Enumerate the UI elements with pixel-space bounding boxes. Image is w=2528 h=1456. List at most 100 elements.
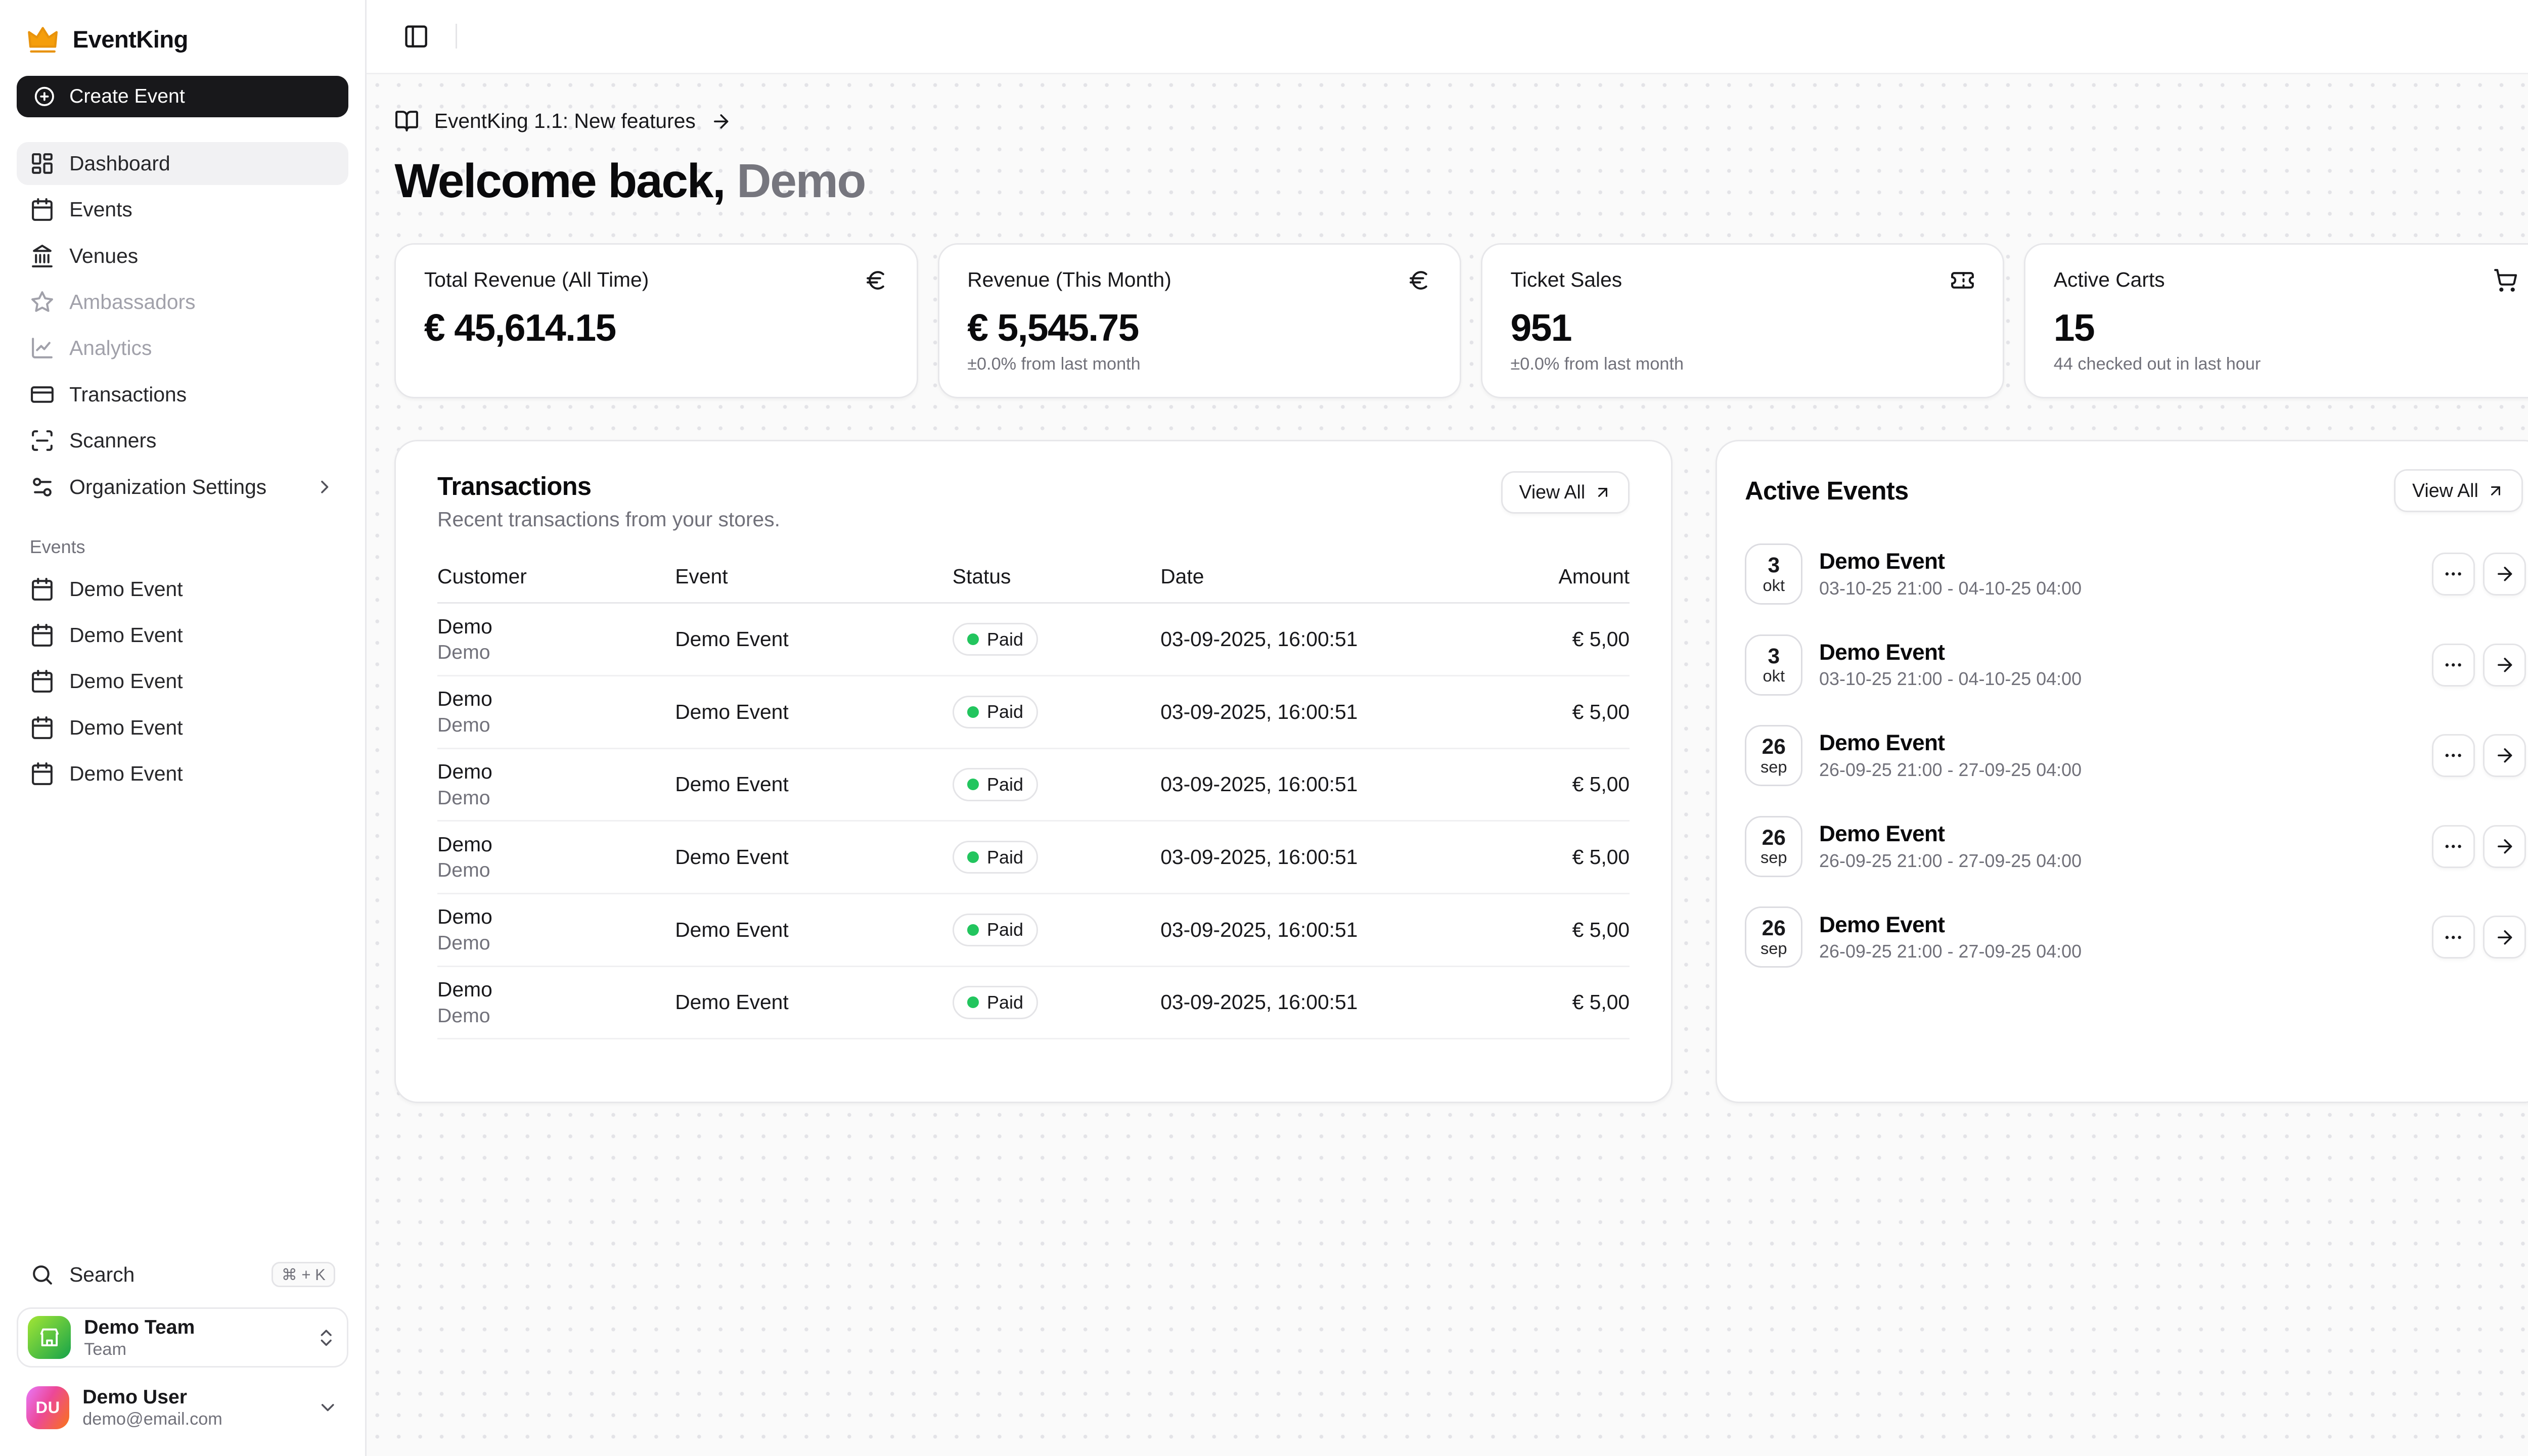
event-open-button[interactable] (2483, 916, 2526, 959)
status-badge: Paid (953, 841, 1038, 874)
user-email: demo@email.com (82, 1409, 222, 1429)
customer-name: Demo (437, 615, 675, 639)
brand: EventKing (17, 17, 349, 76)
search-label: Search (69, 1263, 134, 1287)
event-day: 3 (1768, 554, 1780, 577)
active-events-view-all-button[interactable]: View All (2394, 469, 2522, 512)
status-badge: Paid (953, 623, 1038, 656)
sidebar-event-item[interactable]: Demo Event (17, 706, 349, 749)
transaction-amount: € 5,00 (1572, 772, 1630, 796)
book-icon (394, 109, 419, 133)
credit-card-icon (30, 382, 55, 407)
active-event-item: 3 okt Demo Event 03-10-25 21:00 - 04-10-… (1745, 619, 2526, 710)
event-open-button[interactable] (2483, 734, 2526, 777)
create-event-button[interactable]: Create Event (17, 76, 349, 117)
calendar-icon (30, 577, 55, 602)
calendar-icon (30, 623, 55, 648)
transaction-date: 03-09-2025, 16:00:51 (1160, 627, 1467, 651)
arrow-up-right-icon (2487, 482, 2505, 500)
event-date-badge: 3 okt (1745, 634, 1802, 696)
ellipsis-icon (2443, 836, 2464, 857)
customer-subtext: Demo (437, 859, 675, 882)
ticket-icon (1950, 268, 1975, 293)
sidebar-item-scanners[interactable]: Scanners (17, 419, 349, 462)
arrow-right-icon (2494, 836, 2515, 857)
stat-card: Active Carts 15 44 checked out in last h… (2024, 243, 2528, 398)
sidebar-event-item[interactable]: Demo Event (17, 614, 349, 657)
transactions-title: Transactions (437, 471, 780, 501)
ellipsis-icon (2443, 654, 2464, 675)
stat-label: Revenue (This Month) (967, 268, 1171, 292)
transaction-amount: € 5,00 (1572, 845, 1630, 869)
ellipsis-icon (2443, 927, 2464, 948)
event-open-button[interactable] (2483, 644, 2526, 687)
event-month: okt (1763, 577, 1785, 594)
event-day: 3 (1768, 645, 1780, 668)
active-event-title: Demo Event (1819, 549, 2415, 574)
dashboard-content: EventKing 1.1: New features Welcome back… (367, 74, 2528, 1456)
stat-label: Ticket Sales (1510, 268, 1622, 292)
chevron-down-icon (317, 1397, 338, 1418)
arrow-up-right-icon (1594, 483, 1612, 502)
paid-status-dot (967, 779, 979, 790)
topbar (367, 0, 2528, 74)
active-event-dates: 26-09-25 21:00 - 27-09-25 04:00 (1819, 941, 2415, 962)
shopping-cart-icon (2493, 268, 2518, 293)
event-open-button[interactable] (2483, 825, 2526, 868)
sidebar-nav-label: Organization Settings (69, 475, 266, 499)
chevrons-up-down-icon (315, 1327, 337, 1348)
sidebar-events-list: Demo Event Demo Event Demo Event Demo Ev… (17, 568, 349, 796)
sidebar-item-dashboard[interactable]: Dashboard (17, 142, 349, 185)
ellipsis-icon (2443, 563, 2464, 584)
sidebar-toggle-button[interactable] (393, 13, 439, 59)
event-open-button[interactable] (2483, 553, 2526, 596)
stat-label: Active Carts (2054, 268, 2165, 292)
sidebar-event-item[interactable]: Demo Event (17, 568, 349, 611)
welcome-prefix: Welcome back, (394, 154, 737, 208)
event-more-button[interactable] (2432, 553, 2475, 596)
whats-new-banner[interactable]: EventKing 1.1: New features (394, 98, 732, 150)
status-badge: Paid (953, 696, 1038, 729)
customer-name: Demo (437, 833, 675, 856)
user-menu[interactable]: DU Demo User demo@email.com (17, 1379, 349, 1436)
sidebar-item-transactions[interactable]: Transactions (17, 373, 349, 416)
event-more-button[interactable] (2432, 916, 2475, 959)
arrow-right-icon (2494, 745, 2515, 766)
sidebar-item-venues[interactable]: Venues (17, 235, 349, 278)
active-events-card: Active Events View All 3 okt Demo Event … (1716, 440, 2528, 1104)
status-label: Paid (987, 919, 1023, 940)
search-button[interactable]: Search ⌘ + K (17, 1253, 349, 1296)
app-root: EventKing Create Event Dashboard Events … (0, 0, 2528, 1456)
transactions-view-all-button[interactable]: View All (1501, 471, 1630, 514)
active-event-item: 26 sep Demo Event 26-09-25 21:00 - 27-09… (1745, 892, 2526, 983)
active-event-item: 3 okt Demo Event 03-10-25 21:00 - 04-10-… (1745, 529, 2526, 620)
event-more-button[interactable] (2432, 734, 2475, 777)
arrow-right-icon (710, 111, 732, 132)
active-events-title: Active Events (1745, 476, 1908, 506)
active-event-item: 26 sep Demo Event 26-09-25 21:00 - 27-09… (1745, 801, 2526, 892)
sidebar-event-label: Demo Event (69, 623, 183, 647)
topbar-divider (456, 24, 457, 49)
transaction-row: Demo Demo Demo Event Paid 03-09-2025, 16… (437, 749, 1630, 822)
stat-subtext: ±0.0% from last month (967, 354, 1431, 374)
page-title: Welcome back, Demo (394, 154, 2528, 209)
sidebar-item-events[interactable]: Events (17, 188, 349, 231)
sidebar-nav-label: Transactions (69, 383, 187, 406)
customer-subtext: Demo (437, 1005, 675, 1027)
sidebar-event-item[interactable]: Demo Event (17, 660, 349, 703)
stat-value: € 45,614.15 (424, 306, 888, 349)
main-area: EventKing 1.1: New features Welcome back… (367, 0, 2528, 1456)
team-name: Demo Team (84, 1316, 195, 1339)
sidebar-nav-label: Scanners (69, 429, 156, 452)
event-more-button[interactable] (2432, 825, 2475, 868)
sidebar-footer: Search ⌘ + K Demo Team Team DU Demo User… (17, 1253, 349, 1436)
sidebar-nav-label: Venues (69, 244, 138, 268)
status-badge: Paid (953, 768, 1038, 801)
table-header-row: CustomerEventStatusDateAmount (437, 551, 1630, 604)
sidebar-event-item[interactable]: Demo Event (17, 752, 349, 795)
transaction-row: Demo Demo Demo Event Paid 03-09-2025, 16… (437, 676, 1630, 749)
event-more-button[interactable] (2432, 644, 2475, 687)
sidebar-item-organization-settings[interactable]: Organization Settings (17, 466, 349, 509)
team-switcher[interactable]: Demo Team Team (17, 1307, 349, 1368)
user-name: Demo User (82, 1386, 222, 1409)
